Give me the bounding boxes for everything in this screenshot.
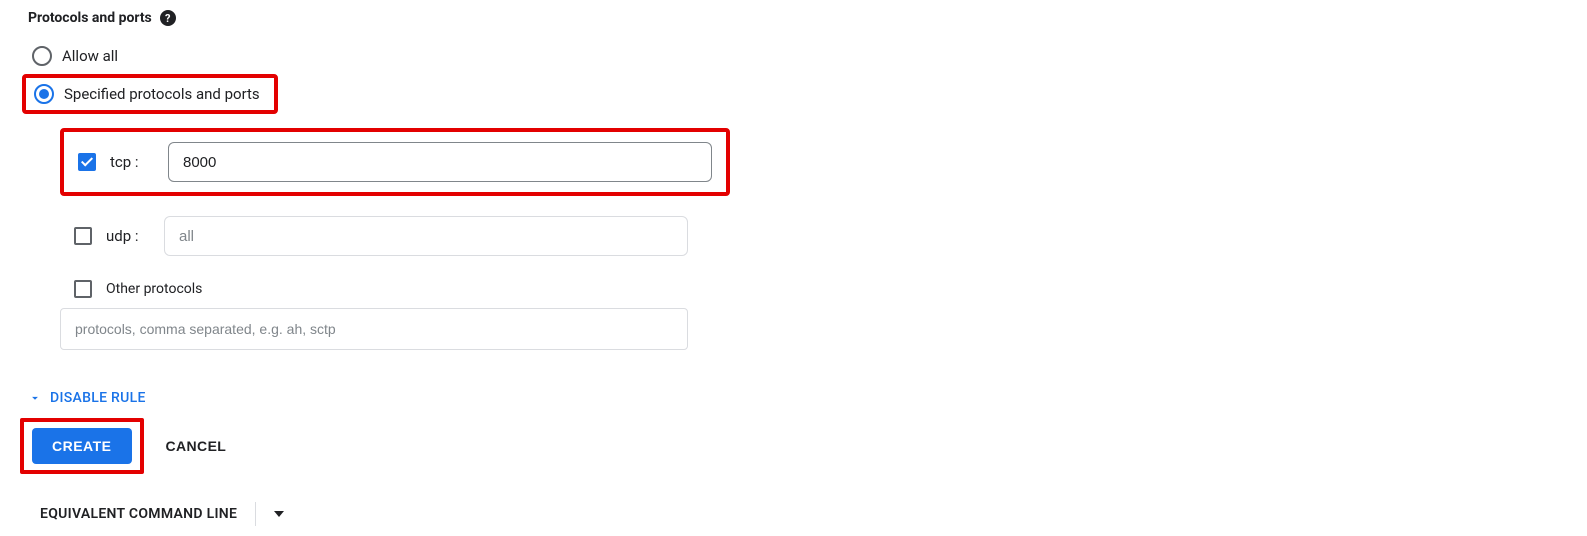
other-label: Other protocols <box>106 281 202 297</box>
equivalent-cmd-row[interactable]: EQUIVALENT COMMAND LINE <box>40 502 1559 526</box>
protocol-section: tcp : udp : Other protocols <box>60 128 688 350</box>
radio-allow-all[interactable] <box>32 46 52 66</box>
button-row: CREATE CANCEL <box>28 418 1559 474</box>
divider <box>255 502 256 526</box>
disable-rule-toggle[interactable]: DISABLE RULE <box>28 390 1559 406</box>
radio-specified-row[interactable]: Specified protocols and ports <box>28 80 266 108</box>
other-checkbox[interactable] <box>74 280 92 298</box>
udp-row: udp : <box>60 202 688 264</box>
highlight-tcp: tcp : <box>60 128 730 196</box>
create-button[interactable]: CREATE <box>32 428 132 464</box>
tcp-checkbox[interactable] <box>78 153 96 171</box>
radio-specified[interactable] <box>34 84 54 104</box>
radio-specified-label: Specified protocols and ports <box>64 85 260 103</box>
section-title: Protocols and ports ? <box>28 10 1559 26</box>
udp-port-input[interactable] <box>164 216 688 256</box>
highlight-specified: Specified protocols and ports <box>22 74 278 114</box>
highlight-create: CREATE <box>20 418 144 474</box>
cancel-button[interactable]: CANCEL <box>162 428 231 464</box>
caret-down-icon[interactable] <box>274 511 284 517</box>
radio-allow-all-row[interactable]: Allow all <box>28 40 1559 72</box>
chevron-down-icon <box>28 391 42 405</box>
udp-checkbox[interactable] <box>74 227 92 245</box>
section-title-text: Protocols and ports <box>28 10 152 26</box>
tcp-port-input[interactable] <box>168 142 712 182</box>
udp-label: udp : <box>106 227 150 245</box>
radio-allow-all-label: Allow all <box>62 47 118 65</box>
other-protocols-input[interactable] <box>60 308 688 350</box>
disable-rule-label: DISABLE RULE <box>50 390 146 406</box>
tcp-row: tcp : <box>78 142 712 182</box>
tcp-label: tcp : <box>110 153 154 171</box>
equivalent-cmd-label: EQUIVALENT COMMAND LINE <box>40 506 237 522</box>
help-icon[interactable]: ? <box>160 10 176 26</box>
other-protocols-row: Other protocols <box>60 264 688 308</box>
